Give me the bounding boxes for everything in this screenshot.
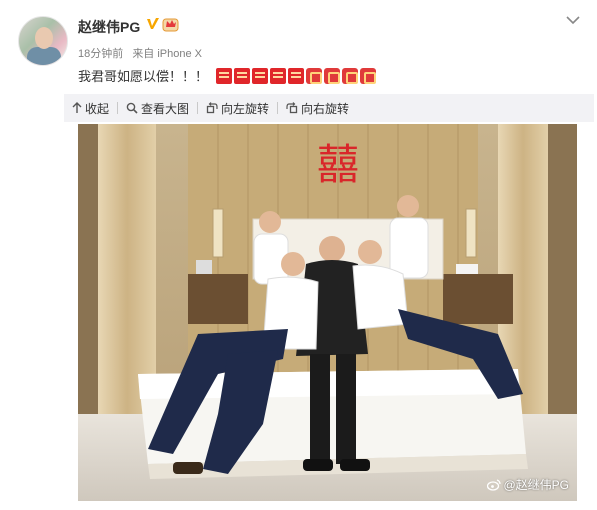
avatar[interactable] — [18, 16, 68, 66]
xi-emoji-icon — [270, 67, 287, 84]
rotate-left-icon — [206, 102, 218, 114]
rotate-right-button[interactable]: 向右旋转 — [278, 94, 357, 122]
post-image[interactable]: 囍 @赵继伟PG — [78, 124, 577, 501]
post-source[interactable]: 来自 iPhone X — [132, 48, 202, 60]
fu-emoji-icon — [360, 67, 377, 84]
xi-emoji-icon — [252, 67, 269, 84]
member-icon[interactable] — [162, 16, 179, 32]
post-meta: 18分钟前 来自 iPhone X — [78, 45, 208, 61]
watermark: @赵继伟PG — [487, 476, 569, 493]
wedding-photo: 囍 — [78, 124, 577, 501]
rotate-right-icon — [286, 102, 298, 114]
view-large-label: 查看大图 — [141, 101, 190, 116]
post-time[interactable]: 18分钟前 — [78, 48, 123, 60]
post-text-content: 我君哥如愿以偿！！！ — [78, 69, 209, 84]
fu-emoji-icon — [324, 67, 341, 84]
rotate-left-button[interactable]: 向左旋转 — [198, 94, 277, 122]
verified-icon — [147, 18, 159, 29]
post-header: 赵继伟PG 18分钟前 来自 iPhone X 我君哥如愿以偿！！！ — [0, 0, 597, 92]
image-toolbar: 收起 查看大图 向左旋转 向右旋转 — [64, 94, 594, 122]
magnifier-icon — [126, 102, 138, 114]
xi-emoji-icon — [288, 67, 305, 84]
arrow-up-icon — [72, 102, 82, 113]
xi-emoji-icon — [216, 67, 233, 84]
view-large-button[interactable]: 查看大图 — [118, 94, 197, 122]
avatar-figure — [27, 47, 61, 65]
rotate-left-label: 向左旋转 — [221, 101, 270, 116]
xi-emoji-icon — [234, 67, 251, 84]
rotate-right-label: 向右旋转 — [301, 101, 350, 116]
watermark-text: @赵继伟PG — [503, 478, 569, 492]
fu-emoji-icon — [342, 67, 359, 84]
fu-emoji-icon — [306, 67, 323, 84]
collapse-button[interactable]: 收起 — [64, 94, 117, 122]
avatar-face — [35, 27, 53, 49]
chevron-down-icon[interactable] — [565, 14, 581, 26]
weibo-logo-icon — [487, 478, 502, 491]
collapse-label: 收起 — [85, 101, 110, 116]
post-text: 我君哥如愿以偿！！！ — [78, 66, 377, 85]
xi-character: 囍 — [317, 140, 359, 189]
username[interactable]: 赵继伟PG — [78, 17, 140, 37]
